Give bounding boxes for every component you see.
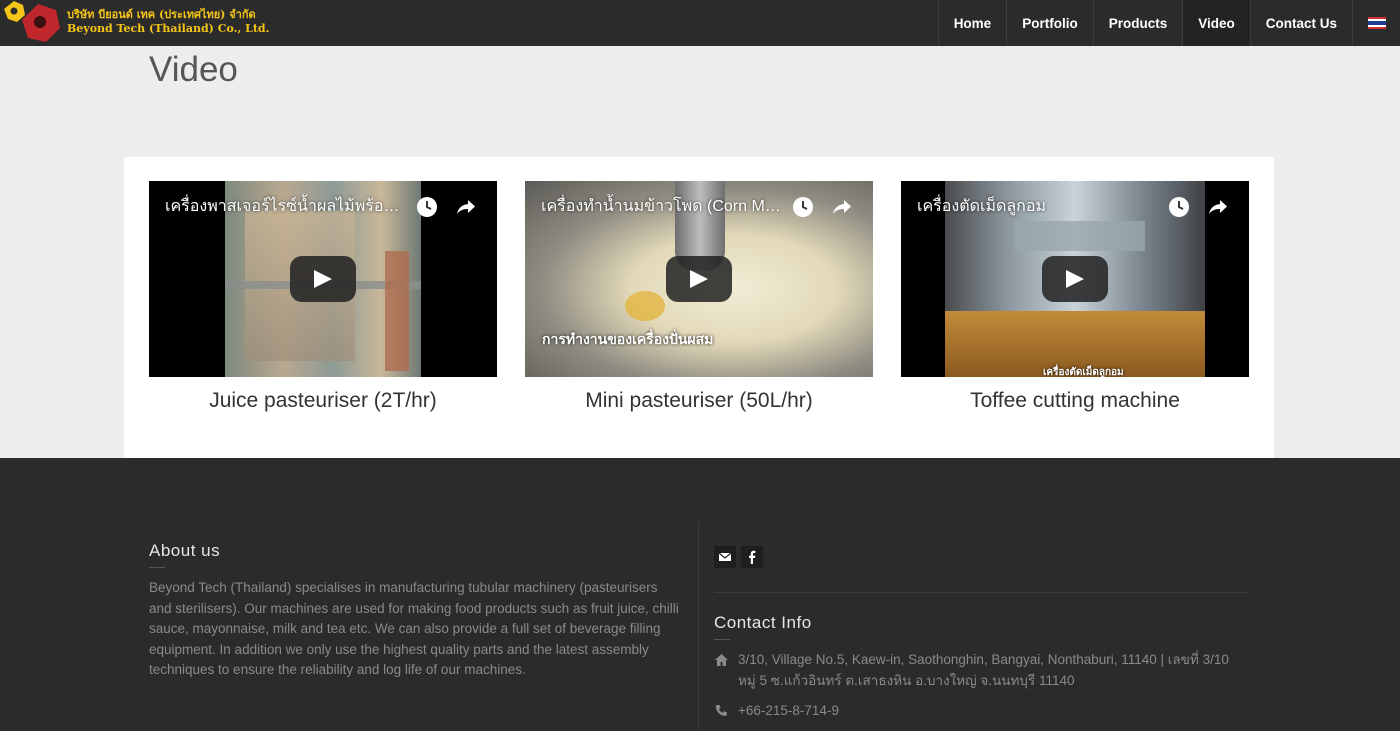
title-underline — [149, 567, 165, 568]
company-name-english: Beyond Tech (Thailand) Co., Ltd. — [67, 22, 270, 35]
nav-video[interactable]: Video — [1182, 0, 1250, 46]
share-icon[interactable] — [454, 195, 478, 219]
contact-info-title: Contact Info — [714, 613, 812, 632]
top-navigation-bar: บริษัท บียอนด์ เทค (ประเทศไทย) จำกัด Bey… — [0, 0, 1400, 46]
footer: About us Beyond Tech (Thailand) speciali… — [0, 458, 1400, 731]
clock-icon[interactable] — [1167, 195, 1191, 219]
email-link[interactable] — [714, 546, 736, 568]
video-caption: การทำงานของเครื่องปั่นผสม — [542, 331, 714, 347]
video-card: เครื่องพาสเจอร์ไรซ์น้ำผลไม้พร้อมบรรจุ Ju… — [149, 181, 497, 413]
nav-portfolio[interactable]: Portfolio — [1006, 0, 1093, 46]
language-switch[interactable] — [1352, 0, 1400, 46]
play-icon — [1066, 270, 1084, 288]
thai-flag-icon — [1367, 17, 1386, 29]
home-icon — [715, 654, 728, 666]
company-logo[interactable]: บริษัท บียอนด์ เทค (ประเทศไทย) จำกัด Bey… — [0, 0, 269, 46]
footer-divider — [698, 522, 699, 731]
play-button[interactable] — [290, 256, 356, 302]
video-caption: เครื่องตัดเม็ดลูกอม — [1043, 367, 1124, 377]
phone-icon — [715, 705, 727, 716]
play-button[interactable] — [666, 256, 732, 302]
video-player[interactable]: เครื่องตัดเม็ดลูกอม เครื่องตัดเม็ดลูกอม — [901, 181, 1249, 377]
video-label: Toffee cutting machine — [970, 389, 1180, 412]
address-text: 3/10, Village No.5, Kaew-in, Saothonghin… — [738, 652, 1229, 688]
facebook-icon — [749, 550, 756, 564]
video-overlay-title: เครื่องตัดเม็ดลูกอม — [917, 198, 1047, 215]
nut-logo-icon — [4, 1, 60, 42]
nav-home[interactable]: Home — [937, 0, 1007, 46]
video-label: Juice pasteuriser (2T/hr) — [209, 389, 437, 412]
video-player[interactable]: เครื่องทำน้ำนมข้าวโพด (Corn Milk) การทำง… — [525, 181, 873, 377]
contact-phone: +66-215-8-714-9 — [714, 701, 1249, 723]
play-icon — [314, 270, 332, 288]
play-icon — [690, 270, 708, 288]
share-icon[interactable] — [1206, 195, 1230, 219]
video-overlay-title: เครื่องพาสเจอร์ไรซ์น้ำผลไม้พร้อมบรรจุ — [165, 198, 405, 215]
company-name: บริษัท บียอนด์ เทค (ประเทศไทย) จำกัด Bey… — [67, 8, 269, 36]
clock-icon[interactable] — [791, 195, 815, 219]
play-button[interactable] — [1042, 256, 1108, 302]
contact-divider — [714, 592, 1249, 593]
clock-icon[interactable] — [415, 195, 439, 219]
contact-address: 3/10, Village No.5, Kaew-in, Saothonghin… — [714, 650, 1249, 692]
facebook-link[interactable] — [741, 546, 763, 568]
email-icon — [718, 552, 732, 561]
video-gallery: เครื่องพาสเจอร์ไรซ์น้ำผลไม้พร้อมบรรจุ Ju… — [124, 157, 1274, 458]
video-card: เครื่องทำน้ำนมข้าวโพด (Corn Milk) การทำง… — [525, 181, 873, 413]
nav-contact-us[interactable]: Contact Us — [1249, 0, 1352, 46]
video-overlay-title: เครื่องทำน้ำนมข้าวโพด (Corn Milk) — [541, 198, 781, 215]
title-underline — [714, 639, 730, 640]
main-nav: Home Portfolio Products Video Contact Us — [937, 0, 1400, 46]
company-name-thai: บริษัท บียอนด์ เทค (ประเทศไทย) จำกัด — [67, 8, 256, 21]
about-us-title: About us — [149, 541, 221, 560]
video-player[interactable]: เครื่องพาสเจอร์ไรซ์น้ำผลไม้พร้อมบรรจุ — [149, 181, 497, 377]
page-title: Video — [149, 50, 238, 89]
video-label: Mini pasteuriser (50L/hr) — [585, 389, 813, 412]
about-us-text: Beyond Tech (Thailand) specialises in ma… — [149, 580, 679, 677]
video-card: เครื่องตัดเม็ดลูกอม เครื่องตัดเม็ดลูกอม … — [901, 181, 1249, 413]
nav-products[interactable]: Products — [1092, 0, 1183, 46]
share-icon[interactable] — [830, 195, 854, 219]
phone-number[interactable]: +66-215-8-714-9 — [738, 701, 1248, 722]
